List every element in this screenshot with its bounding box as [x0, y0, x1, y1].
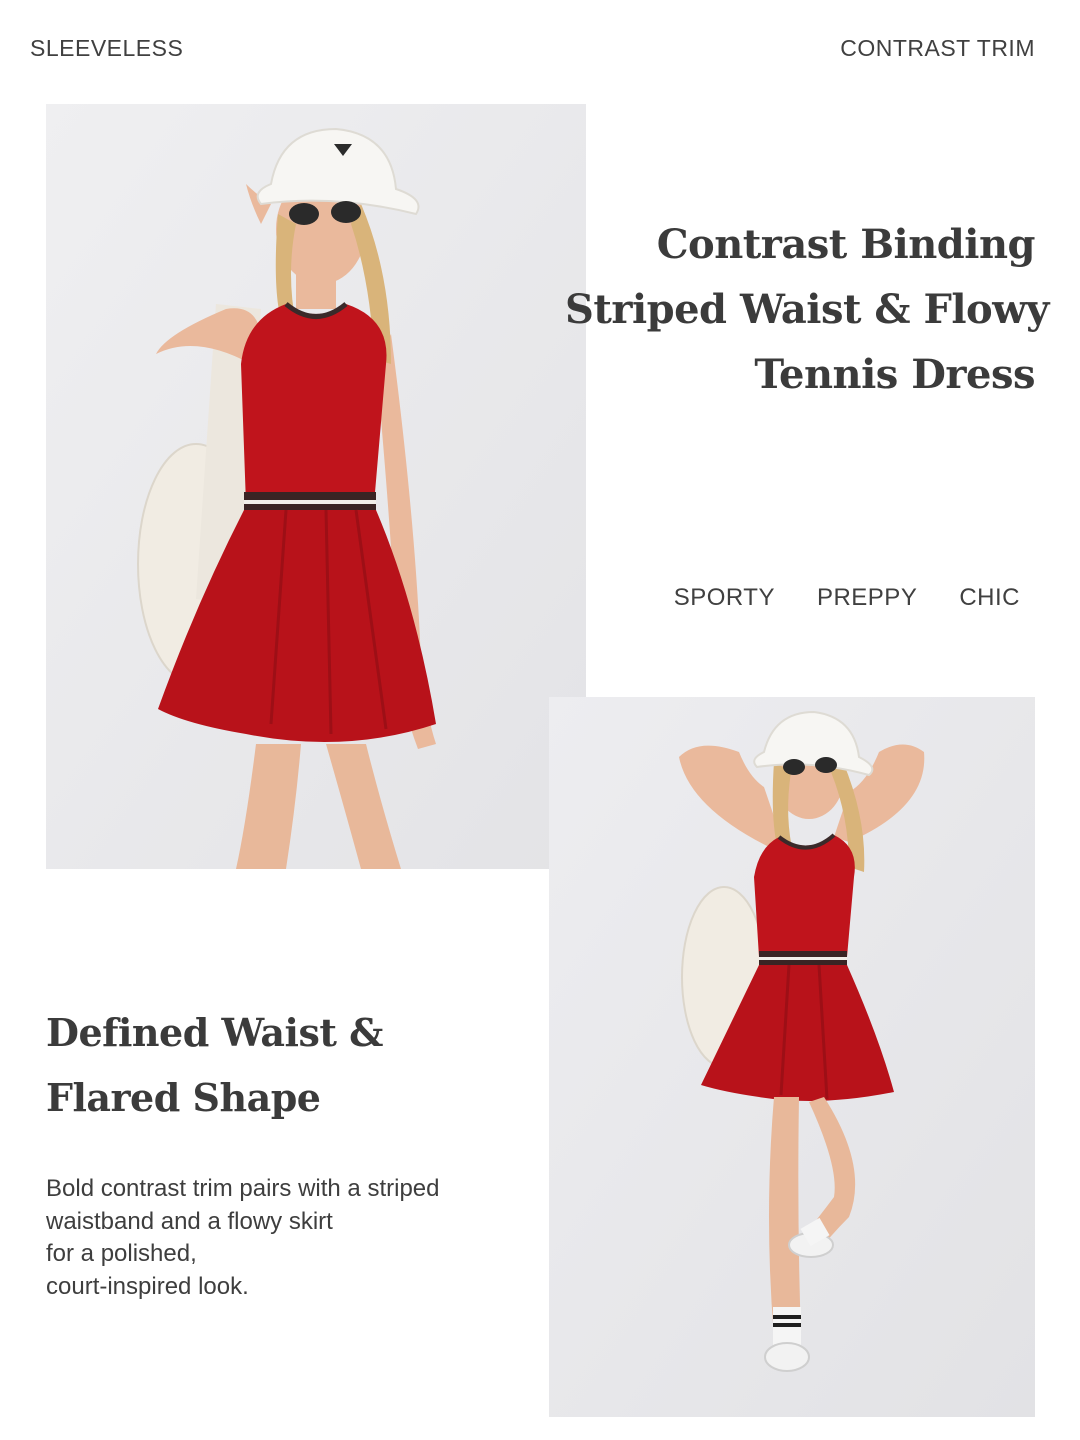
model-illustration-pose: [549, 697, 1035, 1417]
description-line2: waistband and a flowy skirt: [46, 1207, 333, 1235]
headline-main-line1: Contrast Binding: [656, 221, 1036, 268]
style-tag-preppy: PREPPY: [816, 584, 918, 611]
headline-main: Contrast Binding Striped Waist & Flowy T…: [565, 212, 1049, 407]
description-line1: Bold contrast trim pairs with a striped: [46, 1175, 440, 1202]
headline-secondary: Defined Waist & Flared Shape: [46, 1000, 506, 1130]
style-tag-sporty: SPORTY: [673, 584, 775, 611]
product-photo-front: [46, 104, 586, 869]
headline-main-line2: Striped Waist & Flowy: [565, 286, 1049, 333]
style-tag-chic: CHIC: [959, 584, 1020, 611]
model-illustration-front: [46, 104, 586, 869]
tag-contrast-trim: CONTRAST TRIM: [840, 35, 1035, 61]
description-line3: for a polished,: [46, 1240, 197, 1267]
headline-main-line3: Tennis Dress: [754, 351, 1035, 398]
description-text: Bold contrast trim pairs with a striped …: [46, 1173, 526, 1303]
product-photo-pose: [549, 697, 1035, 1417]
headline-secondary-line1: Defined Waist &: [46, 1010, 383, 1055]
description-line4: court-inspired look.: [46, 1272, 249, 1300]
headline-secondary-line2: Flared Shape: [46, 1075, 321, 1120]
tag-sleeveless: SLEEVELESS: [30, 35, 184, 61]
style-tags: SPORTY PREPPY CHIC: [674, 584, 1020, 612]
